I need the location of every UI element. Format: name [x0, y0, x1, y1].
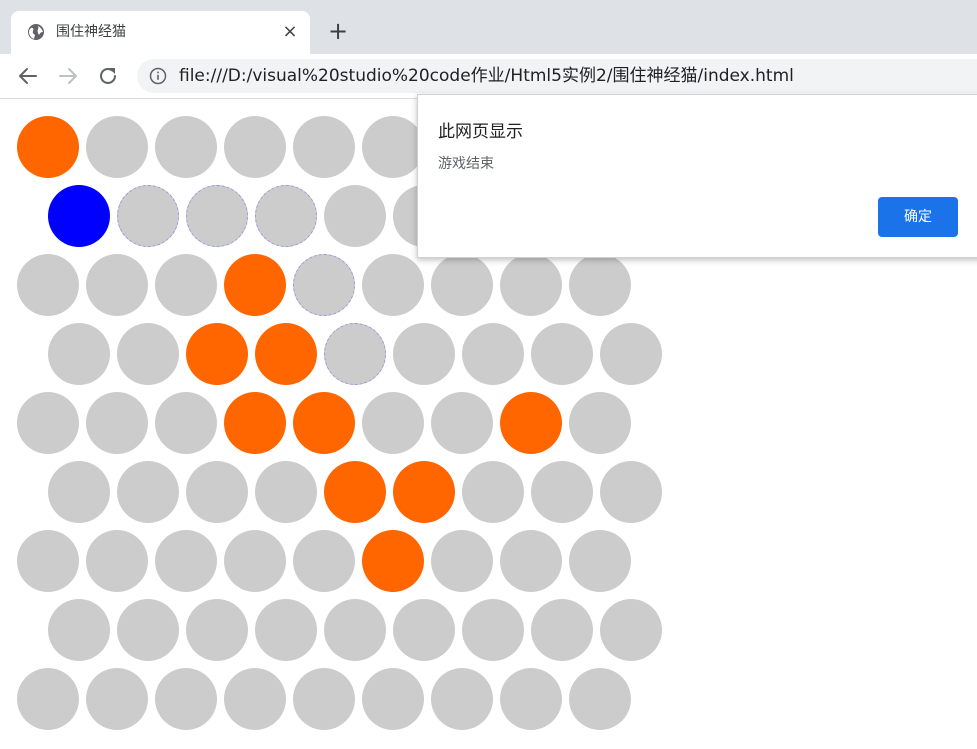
- empty-cell[interactable]: [117, 461, 179, 523]
- dialog-message: 游戏结束: [438, 156, 494, 172]
- path-cell: [255, 185, 317, 247]
- empty-cell[interactable]: [293, 530, 355, 592]
- empty-cell[interactable]: [600, 323, 662, 385]
- forward-arrow-icon[interactable]: [56, 64, 80, 88]
- empty-cell[interactable]: [186, 461, 248, 523]
- empty-cell[interactable]: [48, 323, 110, 385]
- back-arrow-icon[interactable]: [16, 64, 40, 88]
- alert-dialog: 此网页显示 游戏结束 确定: [417, 94, 977, 258]
- path-cell: [117, 185, 179, 247]
- address-bar[interactable]: file:///D:/visual%20studio%20code作业/Html…: [137, 59, 977, 93]
- empty-cell[interactable]: [86, 116, 148, 178]
- blocked-cell: [362, 530, 424, 592]
- empty-cell[interactable]: [569, 530, 631, 592]
- empty-cell[interactable]: [17, 668, 79, 730]
- tab-strip: 围住神经猫 × +: [0, 0, 977, 54]
- empty-cell[interactable]: [362, 392, 424, 454]
- empty-cell[interactable]: [431, 254, 493, 316]
- empty-cell[interactable]: [224, 668, 286, 730]
- empty-cell[interactable]: [86, 392, 148, 454]
- blocked-cell: [500, 392, 562, 454]
- cat-cell: [48, 185, 110, 247]
- reload-icon[interactable]: [96, 64, 120, 88]
- empty-cell[interactable]: [462, 599, 524, 661]
- path-cell: [293, 254, 355, 316]
- blocked-cell: [324, 461, 386, 523]
- empty-cell[interactable]: [293, 668, 355, 730]
- path-cell: [324, 323, 386, 385]
- empty-cell[interactable]: [155, 254, 217, 316]
- empty-cell[interactable]: [255, 599, 317, 661]
- empty-cell[interactable]: [362, 254, 424, 316]
- url-text[interactable]: file:///D:/visual%20studio%20code作业/Html…: [179, 66, 794, 86]
- empty-cell[interactable]: [324, 185, 386, 247]
- empty-cell[interactable]: [431, 392, 493, 454]
- browser-window: 围住神经猫 × + file:///D:/visual%20studio%20c…: [0, 0, 977, 749]
- empty-cell[interactable]: [48, 599, 110, 661]
- empty-cell[interactable]: [500, 254, 562, 316]
- empty-cell[interactable]: [362, 116, 424, 178]
- empty-cell[interactable]: [569, 668, 631, 730]
- path-cell: [186, 185, 248, 247]
- info-icon[interactable]: [149, 67, 167, 85]
- empty-cell[interactable]: [224, 116, 286, 178]
- blocked-cell: [224, 254, 286, 316]
- ok-button[interactable]: 确定: [878, 197, 958, 237]
- empty-cell[interactable]: [462, 323, 524, 385]
- blocked-cell: [224, 392, 286, 454]
- blocked-cell: [17, 116, 79, 178]
- empty-cell[interactable]: [600, 461, 662, 523]
- dialog-title: 此网页显示: [438, 122, 523, 142]
- empty-cell[interactable]: [17, 254, 79, 316]
- empty-cell[interactable]: [86, 530, 148, 592]
- empty-cell[interactable]: [569, 392, 631, 454]
- toolbar: file:///D:/visual%20studio%20code作业/Html…: [0, 54, 977, 99]
- empty-cell[interactable]: [500, 668, 562, 730]
- empty-cell[interactable]: [462, 461, 524, 523]
- empty-cell[interactable]: [224, 530, 286, 592]
- close-icon[interactable]: ×: [281, 23, 299, 41]
- plus-icon[interactable]: +: [326, 19, 350, 43]
- empty-cell[interactable]: [293, 116, 355, 178]
- empty-cell[interactable]: [531, 599, 593, 661]
- empty-cell[interactable]: [86, 668, 148, 730]
- empty-cell[interactable]: [48, 461, 110, 523]
- empty-cell[interactable]: [500, 530, 562, 592]
- empty-cell[interactable]: [324, 599, 386, 661]
- empty-cell[interactable]: [186, 599, 248, 661]
- empty-cell[interactable]: [393, 323, 455, 385]
- blocked-cell: [186, 323, 248, 385]
- empty-cell[interactable]: [393, 599, 455, 661]
- tab-active[interactable]: 围住神经猫 ×: [11, 11, 310, 54]
- blocked-cell: [255, 323, 317, 385]
- empty-cell[interactable]: [17, 392, 79, 454]
- empty-cell[interactable]: [86, 254, 148, 316]
- empty-cell[interactable]: [600, 599, 662, 661]
- empty-cell[interactable]: [531, 323, 593, 385]
- empty-cell[interactable]: [155, 392, 217, 454]
- globe-icon: [27, 23, 45, 41]
- empty-cell[interactable]: [531, 461, 593, 523]
- empty-cell[interactable]: [431, 530, 493, 592]
- blocked-cell: [293, 392, 355, 454]
- empty-cell[interactable]: [155, 530, 217, 592]
- empty-cell[interactable]: [431, 668, 493, 730]
- empty-cell[interactable]: [255, 461, 317, 523]
- empty-cell[interactable]: [155, 116, 217, 178]
- blocked-cell: [393, 461, 455, 523]
- empty-cell[interactable]: [17, 530, 79, 592]
- empty-cell[interactable]: [155, 668, 217, 730]
- empty-cell[interactable]: [362, 668, 424, 730]
- empty-cell[interactable]: [117, 599, 179, 661]
- empty-cell[interactable]: [569, 254, 631, 316]
- empty-cell[interactable]: [117, 323, 179, 385]
- tab-title: 围住神经猫: [56, 24, 126, 40]
